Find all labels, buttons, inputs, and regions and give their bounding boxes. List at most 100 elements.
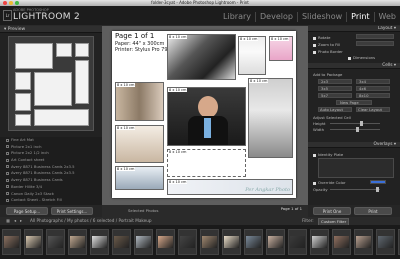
size-2x3-button[interactable]: 2x3 — [318, 79, 352, 84]
template-item[interactable]: Picture 2x2 1/2 inch — [0, 150, 102, 157]
back-arrow-icon[interactable]: ◂ — [14, 217, 16, 225]
filmstrip-thumbnail[interactable] — [2, 229, 21, 255]
photo-cell[interactable]: 8 x 10 cm — [167, 87, 246, 146]
module-picker: Library Develop Slideshow Print Web — [219, 12, 400, 22]
template-item[interactable]: Fine Art Mat — [0, 137, 102, 144]
filmstrip-thumbnail[interactable] — [134, 229, 153, 255]
photo-cell[interactable]: 8 x 10 cm — [238, 36, 266, 75]
module-print[interactable]: Print — [346, 12, 373, 22]
template-item[interactable]: Avery 8871 Business Cards — [0, 177, 102, 184]
photo-border-checkbox[interactable] — [313, 50, 316, 54]
opacity-slider[interactable] — [330, 187, 380, 192]
override-color-swatch[interactable] — [370, 180, 386, 184]
cells-section-header[interactable]: Cells ▾ — [308, 63, 400, 69]
minimize-window-button[interactable] — [9, 1, 13, 5]
photo-cell[interactable]: 8 x 10 cm — [115, 166, 164, 190]
photo-cell[interactable]: 8 x 10 cm — [248, 78, 293, 158]
filmstrip-thumbnail[interactable] — [200, 229, 219, 255]
preview-panel-header[interactable]: ▾ Preview — [0, 26, 102, 33]
module-library[interactable]: Library — [219, 12, 255, 22]
print-button[interactable]: Print — [354, 207, 392, 215]
width-slider-knob[interactable] — [356, 127, 359, 132]
module-slideshow[interactable]: Slideshow — [296, 12, 346, 22]
layout-section-header[interactable]: Layout ▾ — [308, 26, 400, 32]
template-icon — [6, 165, 9, 169]
grid-icon[interactable]: ▦ — [6, 217, 10, 225]
filmstrip-thumbnail[interactable] — [222, 229, 241, 255]
identity-plate-option[interactable]: Identity Plate — [313, 152, 343, 157]
size-3x5-button[interactable]: 3x5 — [318, 86, 352, 91]
print-settings-button[interactable]: Print Settings... — [51, 207, 93, 215]
width-slider[interactable] — [330, 127, 380, 132]
print-one-button[interactable]: Print One — [313, 207, 351, 215]
adjust-cell-label: Adjust Selected Cell — [313, 115, 351, 120]
template-item[interactable]: Picture 2x1 inch — [0, 144, 102, 151]
zoom-to-fill-checkbox[interactable] — [313, 43, 316, 47]
template-item[interactable]: Avery 8871 Business Cards 2x3.5 — [0, 170, 102, 177]
height-slider-knob[interactable] — [360, 121, 363, 126]
dimensions-checkbox[interactable] — [348, 56, 351, 60]
template-item[interactable]: Art Contact sheet — [0, 157, 102, 164]
filmstrip-thumbnail[interactable] — [156, 229, 175, 255]
overlays-section-header[interactable]: Overlays ▾ — [308, 142, 400, 148]
dimensions-option[interactable]: Dimensions — [348, 55, 375, 60]
filmstrip-thumbnail[interactable] — [24, 229, 43, 255]
size-3x4-button[interactable]: 3x4 — [356, 79, 390, 84]
rotate-dropdown[interactable] — [356, 34, 394, 39]
template-label: Avery 8871 Business Cards 2x3.5 — [11, 163, 75, 169]
height-slider[interactable] — [330, 121, 380, 126]
filmstrip-thumbnail[interactable] — [332, 229, 351, 255]
identity-plate-signature[interactable]: Per Angkar Photo — [245, 187, 290, 193]
identity-plate-preview[interactable] — [318, 158, 394, 178]
override-color-option[interactable]: Override Color — [313, 180, 346, 185]
photo-cell-empty[interactable]: 8 x 10 cm — [167, 149, 246, 177]
cell-size-label: 8 x 10 cm — [168, 88, 188, 92]
module-develop[interactable]: Develop — [255, 12, 297, 22]
filmstrip-thumbnail[interactable] — [68, 229, 87, 255]
identity-plate-checkbox[interactable] — [313, 153, 316, 157]
zoom-to-fill-option[interactable]: Zoom to Fill — [313, 42, 340, 47]
filmstrip-thumbnail[interactable] — [354, 229, 373, 255]
new-page-button[interactable]: New Page — [336, 100, 372, 105]
photo-cell[interactable]: 8 x 10 cm — [167, 34, 236, 80]
template-item[interactable]: Contact Sheet - Stretch Fill — [0, 197, 102, 204]
size-8x10-button[interactable]: 8x10 — [356, 93, 390, 98]
auto-layout-button[interactable]: Auto Layout — [318, 107, 352, 112]
filmstrip-thumbnail[interactable] — [244, 229, 263, 255]
rotate-option[interactable]: Rotate — [313, 35, 330, 40]
size-5x7-button[interactable]: 5x7 — [318, 93, 352, 98]
size-4x6-button[interactable]: 4x6 — [356, 86, 390, 91]
rotate-checkbox[interactable] — [313, 36, 316, 40]
size-4x6-label: 4x6 — [359, 86, 367, 91]
photo-cell[interactable]: 8 x 10 cm — [269, 36, 293, 61]
print-page[interactable]: Page 1 of 1 Paper: 44" x 300cm Printer: … — [112, 31, 296, 198]
use-selected-photos-label[interactable]: Selected Photos — [128, 208, 158, 213]
filmstrip-thumbnail[interactable] — [310, 229, 329, 255]
page-setup-button[interactable]: Page Setup... — [6, 207, 48, 215]
module-web[interactable]: Web — [373, 12, 400, 22]
filmstrip-thumbnail[interactable] — [266, 229, 285, 255]
opacity-slider-knob[interactable] — [376, 187, 379, 192]
template-item[interactable]: Border Hilite 3/4 — [0, 184, 102, 191]
filmstrip-thumbnail[interactable] — [90, 229, 109, 255]
filmstrip-path[interactable]: All Photographs / My photos / 6 selected… — [30, 217, 152, 225]
filmstrip — [0, 225, 400, 259]
filmstrip-thumbnail[interactable] — [288, 229, 307, 255]
close-window-button[interactable] — [3, 1, 7, 5]
zoom-window-button[interactable] — [15, 1, 19, 5]
filmstrip-thumbnail[interactable] — [178, 229, 197, 255]
cell-size-label: 8 x 10 cm — [116, 83, 136, 87]
template-item[interactable]: Canon Daily 2x3 Stack — [0, 191, 102, 198]
template-item[interactable]: Avery 8871 Business Cards 2x3.5 — [0, 164, 102, 171]
photo-cell[interactable]: 8 x 10 cm — [115, 125, 164, 163]
zoom-dropdown[interactable] — [356, 41, 394, 46]
filmstrip-thumbnail[interactable] — [46, 229, 65, 255]
thumbnail-image — [4, 236, 19, 248]
filmstrip-thumbnail[interactable] — [376, 229, 395, 255]
filmstrip-thumbnail[interactable] — [112, 229, 131, 255]
override-color-checkbox[interactable] — [313, 181, 316, 185]
forward-arrow-icon[interactable]: ▸ — [20, 217, 22, 225]
clear-layout-button[interactable]: Clear Layout — [356, 107, 390, 112]
photo-cell[interactable]: 8 x 10 cm — [115, 82, 164, 121]
photo-border-option[interactable]: Photo Border — [313, 49, 343, 54]
